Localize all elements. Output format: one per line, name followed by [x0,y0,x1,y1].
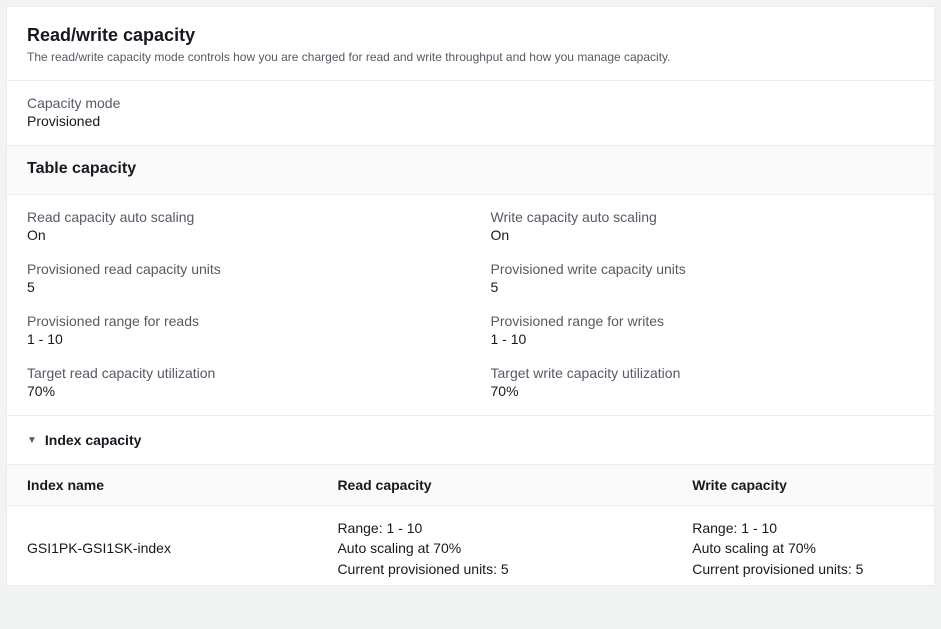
read-autoscaling-value: On [27,227,451,243]
index-name-cell: GSI1PK-GSI1SK-index [27,538,337,558]
panel-description: The read/write capacity mode controls ho… [27,50,914,64]
write-units-label: Provisioned write capacity units [491,261,915,277]
read-range: Range: 1 - 10 [337,518,692,538]
write-capacity-cell: Range: 1 - 10 Auto scaling at 70% Curren… [692,518,914,579]
read-write-capacity-panel: Read/write capacity The read/write capac… [6,6,935,586]
table-capacity-body: Read capacity auto scaling On Provisione… [7,195,934,416]
index-table-header: Index name Read capacity Write capacity [7,465,934,506]
capacity-mode-section: Capacity mode Provisioned [7,81,934,146]
col-read-capacity: Read capacity [337,477,692,493]
write-units-value: 5 [491,279,915,295]
write-target-value: 70% [491,383,915,399]
read-current-units: Current provisioned units: 5 [337,559,692,579]
read-target-label: Target read capacity utilization [27,365,451,381]
read-autoscaling: Auto scaling at 70% [337,538,692,558]
table-row: GSI1PK-GSI1SK-index Range: 1 - 10 Auto s… [7,506,934,585]
col-write-capacity: Write capacity [692,477,914,493]
index-capacity-table: Index name Read capacity Write capacity … [7,465,934,585]
panel-header: Read/write capacity The read/write capac… [7,7,934,81]
write-range-label: Provisioned range for writes [491,313,915,329]
write-autoscaling: Auto scaling at 70% [692,538,914,558]
write-current-units: Current provisioned units: 5 [692,559,914,579]
write-range: Range: 1 - 10 [692,518,914,538]
write-range-value: 1 - 10 [491,331,915,347]
read-capacity-cell: Range: 1 - 10 Auto scaling at 70% Curren… [337,518,692,579]
write-target-label: Target write capacity utilization [491,365,915,381]
capacity-mode-label: Capacity mode [27,95,914,111]
panel-title: Read/write capacity [27,25,914,46]
col-index-name: Index name [27,477,337,493]
read-units-value: 5 [27,279,451,295]
read-units-label: Provisioned read capacity units [27,261,451,277]
read-range-value: 1 - 10 [27,331,451,347]
write-autoscaling-value: On [491,227,915,243]
table-capacity-header: Table capacity [7,146,934,195]
read-autoscaling-label: Read capacity auto scaling [27,209,451,225]
table-capacity-title: Table capacity [27,160,914,178]
write-autoscaling-label: Write capacity auto scaling [491,209,915,225]
caret-down-icon: ▼ [27,435,37,446]
write-column: Write capacity auto scaling On Provision… [491,209,915,399]
read-column: Read capacity auto scaling On Provisione… [27,209,451,399]
index-capacity-label: Index capacity [45,432,142,448]
index-capacity-toggle[interactable]: ▼ Index capacity [7,416,934,465]
read-range-label: Provisioned range for reads [27,313,451,329]
read-target-value: 70% [27,383,451,399]
capacity-mode-value: Provisioned [27,113,914,129]
